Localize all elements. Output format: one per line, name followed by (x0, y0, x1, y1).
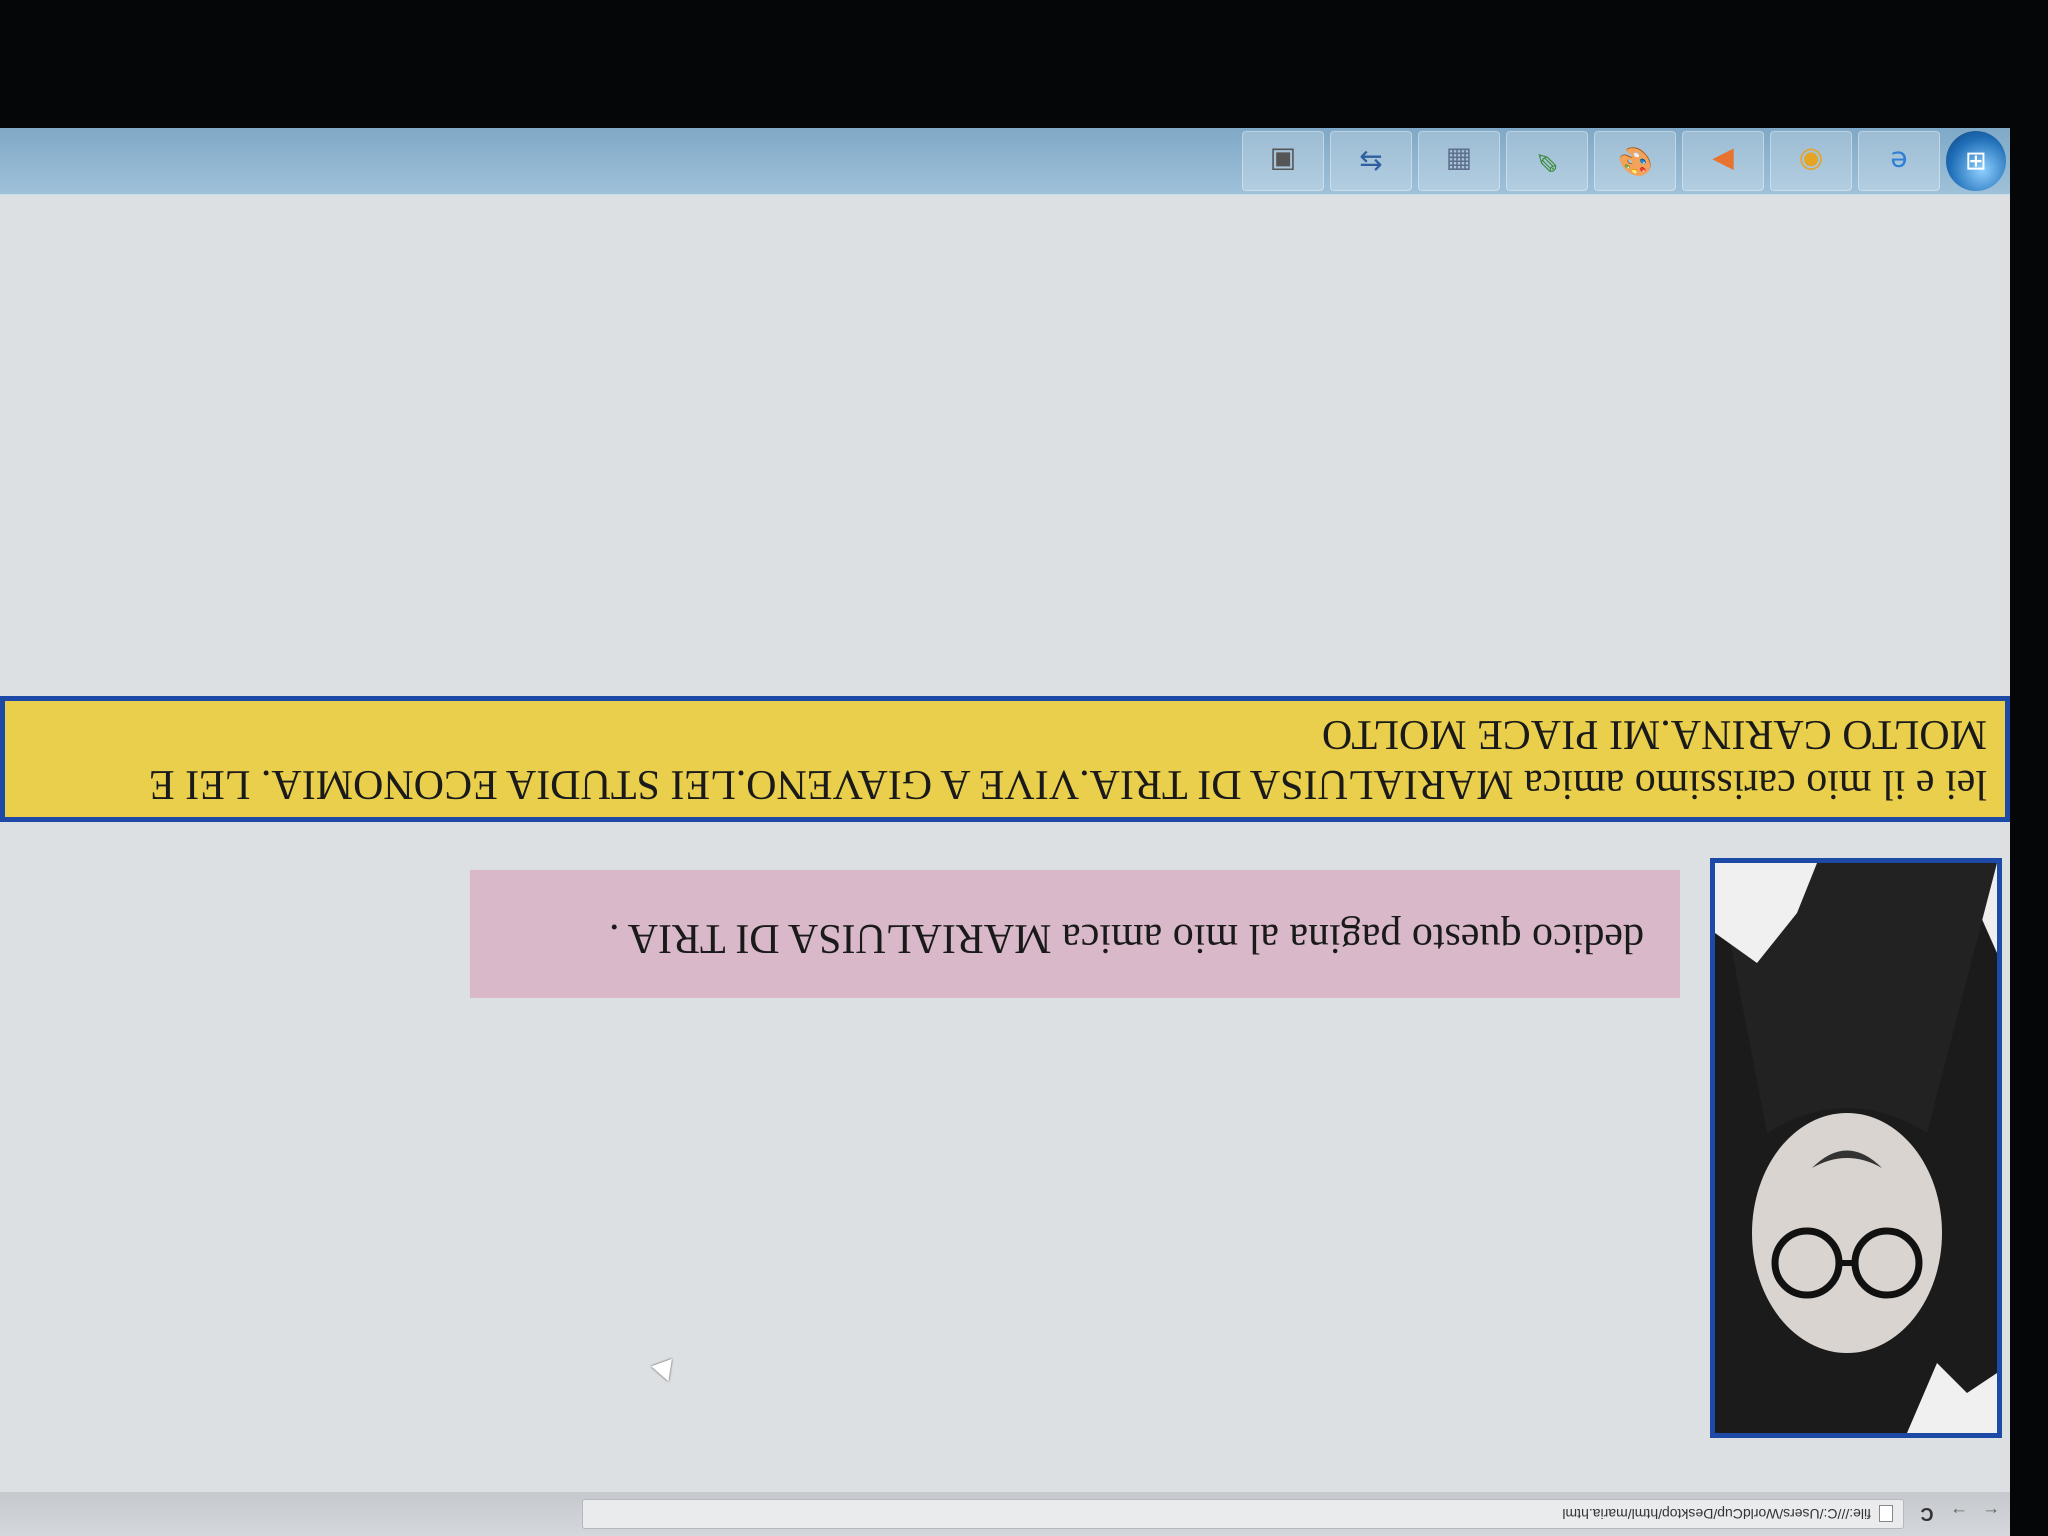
friend-photo (1710, 858, 2002, 1438)
notepad-plus-icon: ✎ (1535, 145, 1559, 178)
taskbar-pinned-apps: e ◉ ▶ 🎨 ✎ ▦ ⇆ ▣ (1242, 131, 1946, 191)
calculator-icon: ▦ (1445, 145, 1473, 178)
taskbar-button[interactable]: ▣ (1242, 131, 1324, 191)
monitor-screen: ← → C file:///C:/Users/WorldCup/Desktop/… (0, 128, 2010, 1536)
page-icon (1879, 1505, 1893, 1523)
portrait-image (1715, 863, 1997, 1433)
start-button[interactable]: ⊞ (1946, 131, 2006, 191)
taskbar-button[interactable]: ▶ (1682, 131, 1764, 191)
page-content: dedico questo pagina al mio amica MARIAL… (0, 194, 2010, 1492)
taskbar-button[interactable]: 🎨 (1594, 131, 1676, 191)
taskbar-button[interactable]: ✎ (1506, 131, 1588, 191)
browser-toolbar: ← → C file:///C:/Users/WorldCup/Desktop/… (0, 1491, 2010, 1536)
chrome-icon: ◉ (1798, 145, 1824, 178)
description-box: lei e il mio carissimo amica MARIALUISA … (0, 696, 2010, 822)
taskbar-button[interactable]: ⇆ (1330, 131, 1412, 191)
dedication-box: dedico questo pagina al mio amica MARIAL… (470, 870, 1680, 998)
network-icon: ⇆ (1359, 145, 1383, 178)
taskbar-button[interactable]: ▦ (1418, 131, 1500, 191)
mouse-cursor-icon (651, 1358, 679, 1386)
windows-logo-icon: ⊞ (1965, 146, 1987, 176)
paint-icon: 🎨 (1617, 145, 1653, 178)
forward-button[interactable]: → (1946, 1501, 1972, 1527)
internet-explorer-icon: e (1890, 145, 1908, 178)
address-bar[interactable]: file:///C:/Users/WorldCup/Desktop/html/m… (582, 1499, 1904, 1529)
taskbar-button[interactable]: e (1858, 131, 1940, 191)
url-text: file:///C:/Users/WorldCup/Desktop/html/m… (1562, 1506, 1871, 1522)
description-text: lei e il mio carissimo amica MARIALUISA … (148, 711, 1987, 807)
back-button[interactable]: ← (1978, 1501, 2004, 1527)
taskbar: ⊞ e ◉ ▶ 🎨 ✎ ▦ ⇆ ▣ (0, 128, 2010, 195)
dedication-text: dedico questo pagina al mio amica MARIAL… (608, 915, 1644, 961)
media-player-icon: ▶ (1712, 145, 1734, 178)
taskbar-button[interactable]: ◉ (1770, 131, 1852, 191)
image-file-icon: ▣ (1269, 145, 1297, 178)
reload-button[interactable]: C (1914, 1501, 1940, 1527)
